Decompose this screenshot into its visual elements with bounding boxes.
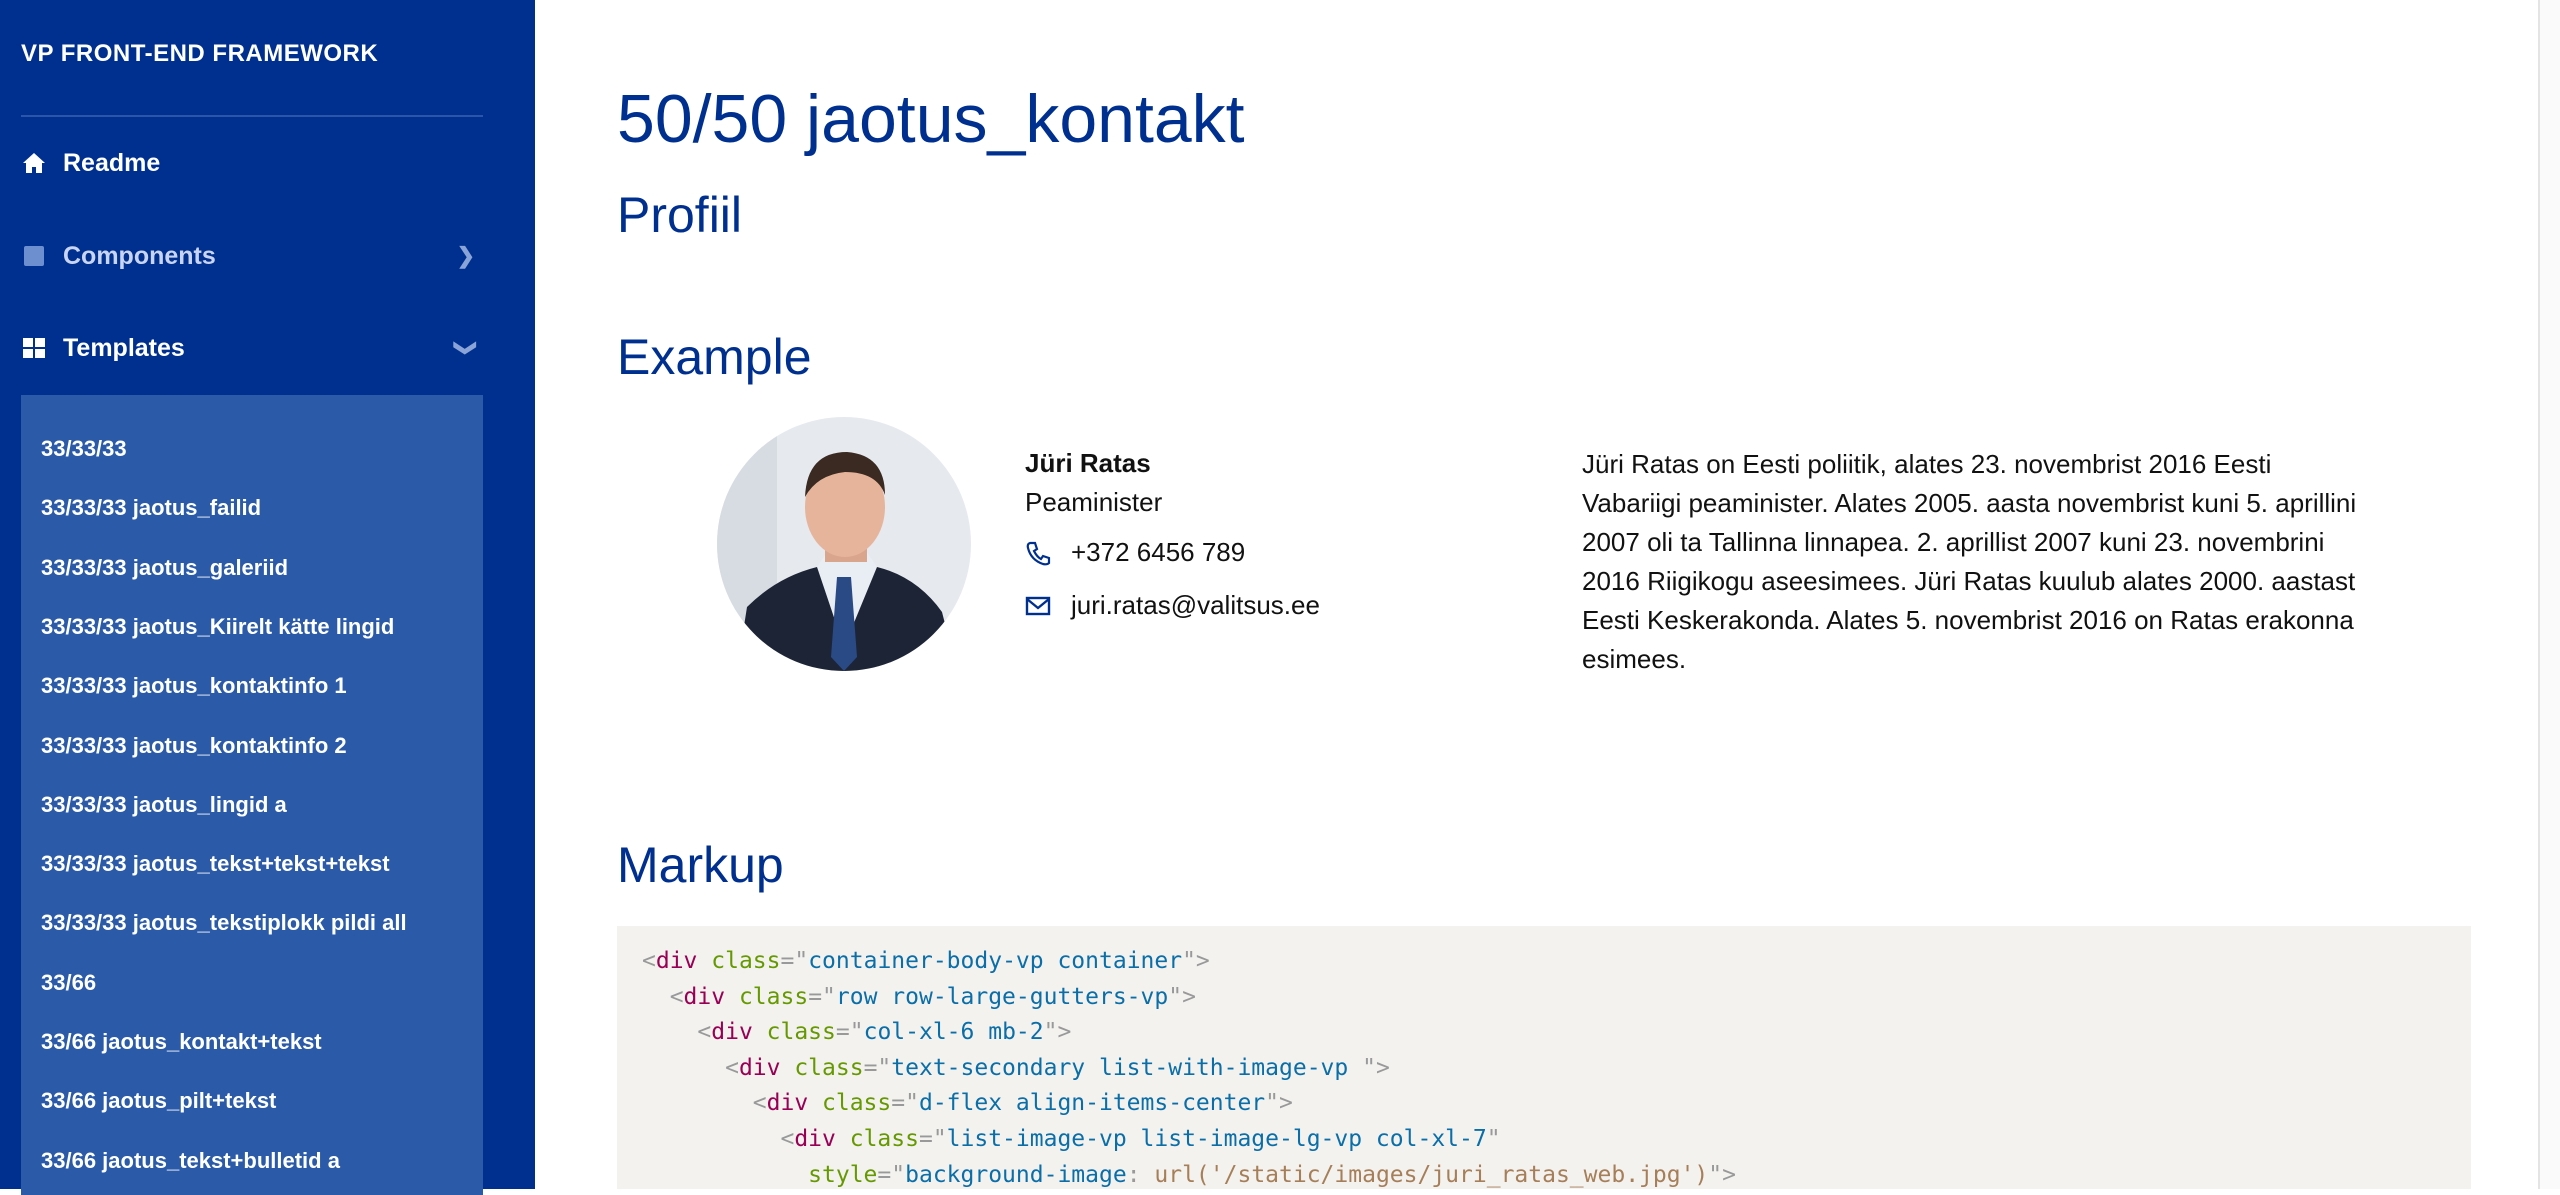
code-line: <div class="d-flex align-items-center"> [642,1090,1293,1116]
sidebar-subitem[interactable]: 33/33/33 jaotus_kontaktinfo 2 [41,733,347,759]
code-token: "> [1265,1090,1293,1117]
code-token: < [642,1090,767,1117]
sidebar-subitem[interactable]: 33/66 jaotus_kontakt+tekst [41,1029,322,1055]
code-token: class [752,1019,836,1046]
code-token: div [766,1090,809,1117]
code-token: class [725,983,809,1010]
code-token: text-secondary list-with-image-vp [891,1054,1363,1081]
code-token: =" [808,983,836,1010]
code-line: <div class="list-image-vp list-image-lg-… [642,1126,1501,1152]
code-token: url('/static/images/juri_ratas_web.jpg') [1154,1161,1709,1188]
code-token: =" [918,1126,947,1152]
sidebar-subitem[interactable]: 33/33/33 jaotus_kontaktinfo 1 [41,673,347,699]
sidebar-subitem[interactable]: 33/33/33 jaotus_galeriid [41,555,288,581]
code-token: =" [891,1090,919,1117]
code-token: < [642,948,656,974]
email-link[interactable]: juri.ratas@valitsus.ee [1071,590,1320,621]
code-token: class [835,1126,919,1152]
code-token: col-xl-6 mb-2 [863,1019,1044,1046]
sidebar-subitem[interactable]: 33/33/33 jaotus_failid [41,495,261,521]
contact-email[interactable]: juri.ratas@valitsus.ee [1025,590,1320,621]
page-title: 50/50 jaotus_kontakt [617,81,1245,157]
code-line: <div class="container-body-vp container"… [642,948,1210,974]
code-token: "> [1362,1054,1390,1081]
square-icon [21,243,47,269]
example-heading: Example [617,329,812,385]
code-token: =" [780,948,809,974]
code-token: < [642,1054,739,1081]
code-token: "> [1708,1161,1736,1188]
code-token: background-image [905,1161,1127,1188]
code-token: < [642,983,684,1010]
code-line: <div class="col-xl-6 mb-2"> [642,1019,1071,1045]
contact-bio: Jüri Ratas on Eesti poliitik, alates 23.… [1582,449,2357,674]
contact-name: Jüri Ratas [1025,448,1151,478]
grid-icon [21,335,47,361]
code-token: =" [863,1054,892,1081]
code-token: row row-large-gutters-vp [835,983,1169,1010]
code-token: =" [877,1161,906,1188]
markup-heading: Markup [617,837,784,893]
code-token: div [683,983,726,1010]
code-line: style="background-image: url('/static/im… [642,1162,1736,1188]
code-token: div [655,948,698,974]
divider [21,115,483,117]
sidebar-subitem[interactable]: 33/66 [41,970,96,996]
sidebar-subitem[interactable]: 33/33/33 jaotus_Kiirelt kätte lingid [41,614,394,640]
code-token: d-flex align-items-center [918,1090,1266,1117]
code-token: < [642,1019,712,1046]
profile-photo [717,417,971,671]
sidebar-subitem[interactable]: 33/33/33 jaotus_tekst+tekst+tekst [41,851,390,877]
sidebar-item-label: Templates [63,333,185,362]
code-token: < [642,1126,795,1152]
code-token: class [780,1054,864,1081]
page-subtitle: Profiil [617,187,743,243]
sidebar-item-readme[interactable]: Readme [21,138,483,188]
scrollbar[interactable] [2538,0,2560,1189]
phone-icon [1026,541,1051,565]
home-icon [21,150,47,176]
sidebar-item-label: Components [63,241,216,270]
code-token: container-body-vp container [808,948,1183,974]
code-token: =" [835,1019,864,1046]
brand-title: VP FRONT-END FRAMEWORK [21,40,379,67]
sidebar-subitem[interactable]: 33/33/33 jaotus_lingid a [41,792,287,818]
code-block: <div class="container-body-vp container"… [617,926,2471,1189]
chevron-right-icon: ❯ [456,243,475,268]
code-token: "> [1168,983,1196,1010]
code-token: "> [1182,948,1210,974]
sidebar-subitem[interactable]: 33/66 jaotus_tekst+bulletid a [41,1148,340,1174]
main-content: 50/50 jaotus_kontakt Profiil Example Jür… [535,0,2540,1189]
code-token: style [808,1161,878,1188]
sidebar-item-templates[interactable]: Templates ❯ [21,323,483,373]
code-line: <div class="row row-large-gutters-vp"> [642,984,1196,1010]
code-line: <div class="text-secondary list-with-ima… [642,1055,1390,1081]
sidebar: VP FRONT-END FRAMEWORK Readme Components… [0,0,535,1195]
code-token: class [808,1090,892,1117]
mail-icon [1025,596,1051,615]
sidebar-subitem[interactable]: 33/66 jaotus_pilt+tekst [41,1088,276,1114]
code-token: "> [1043,1019,1072,1046]
code-token: : [1126,1161,1155,1188]
code-token: class [697,948,781,974]
sidebar-item-label: Readme [63,148,161,177]
chevron-down-icon: ❯ [453,338,479,358]
sidebar-subitem[interactable]: 33/33/33 [41,436,127,462]
sidebar-item-components[interactable]: Components ❯ [21,231,483,281]
code-token: div [738,1054,781,1081]
code-token: div [711,1019,753,1046]
phone-text: +372 6456 789 [1071,537,1246,567]
code-token: div [794,1126,836,1152]
code-token: list-image-vp list-image-lg-vp col-xl-7 [946,1126,1487,1152]
contact-phone[interactable]: +372 6456 789 [1025,537,1245,568]
code-token: " [1486,1126,1501,1152]
contact-role: Peaminister [1025,487,1163,517]
sidebar-subitem[interactable]: 33/33/33 jaotus_tekstiplokk pildi all [41,910,407,936]
